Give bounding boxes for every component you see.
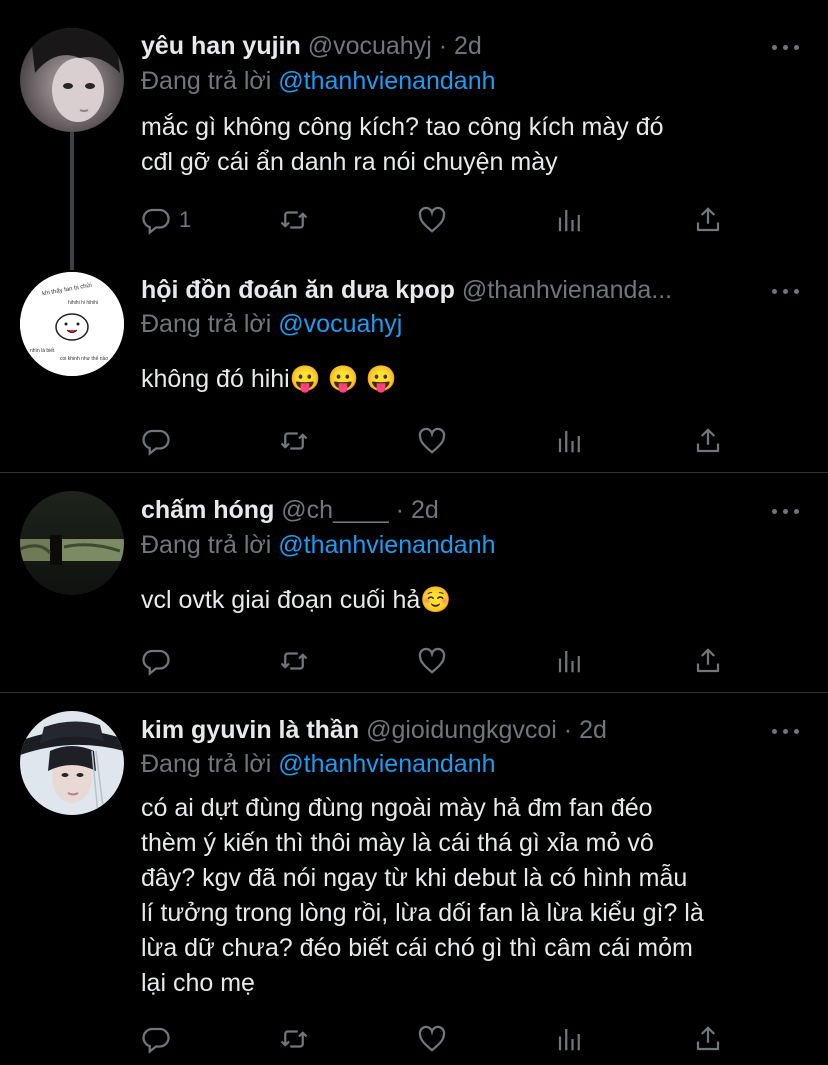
share-button[interactable] <box>693 203 723 237</box>
like-button[interactable] <box>417 1022 447 1056</box>
tweet-header: kim gyuvin là thần @gioidungkgvcoi · 2d <box>141 713 768 747</box>
tweet-item[interactable]: kim gyuvin là thần @gioidungkgvcoi · 2d … <box>0 693 828 1065</box>
svg-text:nhìn là biết: nhìn là biết <box>30 348 55 354</box>
share-icon <box>696 207 720 232</box>
like-icon <box>418 206 446 233</box>
reply-button[interactable]: 1 <box>141 203 191 237</box>
user-handle[interactable]: @thanhvienanda... <box>462 276 672 304</box>
action-bar <box>141 644 741 678</box>
timestamp[interactable]: 2d <box>454 32 482 60</box>
separator-dot: · <box>395 496 411 524</box>
display-name[interactable]: hội đồn đoán ăn dưa kpop <box>141 276 455 304</box>
retweet-button[interactable] <box>279 203 309 237</box>
retweet-icon <box>280 1030 308 1048</box>
share-icon <box>696 648 720 673</box>
reply-button[interactable] <box>141 1022 171 1056</box>
replying-to-label: Đang trả lời <box>141 531 272 559</box>
like-button[interactable] <box>417 644 447 678</box>
analytics-button[interactable] <box>555 644 585 678</box>
replying-to: Đang trả lời @thanhvienandanh <box>141 747 496 781</box>
retweet-button[interactable] <box>279 424 309 458</box>
avatar[interactable] <box>20 491 124 595</box>
share-icon <box>696 1026 720 1051</box>
avatar[interactable]: khi thấy fan bị chửi hihihi hi hihihi nh… <box>20 272 124 376</box>
reply-mention-link[interactable]: @vocuahyj <box>278 310 402 338</box>
user-handle[interactable]: @ch____ <box>281 496 388 524</box>
retweet-button[interactable] <box>279 1022 309 1056</box>
retweet-icon <box>280 211 308 229</box>
retweet-icon <box>280 652 308 670</box>
tweet-item[interactable]: khi thấy fan bị chửi hihihi hi hihihi nh… <box>0 250 828 472</box>
separator-dot: · <box>563 716 580 744</box>
analytics-icon <box>558 210 580 232</box>
replying-to-label: Đang trả lời <box>141 750 272 778</box>
replying-to-label: Đang trả lời <box>141 310 272 338</box>
display-name[interactable]: yêu han yujin <box>141 32 301 60</box>
user-handle[interactable]: @vocuahyj <box>308 32 432 60</box>
display-name[interactable]: kim gyuvin là thần <box>141 716 359 744</box>
reply-icon <box>142 429 170 456</box>
reply-mention-link[interactable]: @thanhvienandanh <box>278 531 495 559</box>
like-icon <box>418 1025 446 1052</box>
more-icon[interactable] <box>772 281 800 301</box>
replying-to-label: Đang trả lời <box>141 67 272 95</box>
avatar[interactable] <box>20 711 124 815</box>
like-icon <box>418 427 446 454</box>
tweet-text: mắc gì không công kích? tao công kích mà… <box>141 113 664 176</box>
avatar[interactable] <box>20 28 124 132</box>
display-name[interactable]: chấm hóng <box>141 496 274 524</box>
reply-icon <box>142 649 170 676</box>
share-icon <box>696 428 720 453</box>
like-button[interactable] <box>417 424 447 458</box>
analytics-icon <box>558 431 580 453</box>
tweet-header: yêu han yujin @vocuahyj · 2d <box>141 29 768 63</box>
like-button[interactable] <box>417 203 447 237</box>
tweet-header: hội đồn đoán ăn dưa kpop @thanhvienanda.… <box>141 273 748 307</box>
analytics-button[interactable] <box>555 1022 585 1056</box>
reply-mention-link[interactable]: @thanhvienandanh <box>278 67 495 95</box>
reply-button[interactable] <box>141 644 171 678</box>
analytics-button[interactable] <box>555 424 585 458</box>
separator-dot: · <box>438 32 455 60</box>
action-bar <box>141 424 741 458</box>
reply-icon <box>142 1027 170 1054</box>
action-bar <box>141 1022 741 1056</box>
more-icon[interactable] <box>772 501 800 521</box>
tweet-text: có ai dựt đùng đùng ngoài mày hả đm fan … <box>141 794 704 997</box>
analytics-button[interactable] <box>555 203 585 237</box>
reply-button[interactable] <box>141 424 171 458</box>
svg-text:coi khinh như thế nào: coi khinh như thế nào <box>60 356 108 362</box>
retweet-button[interactable] <box>279 644 309 678</box>
tweet-item[interactable]: yêu han yujin @vocuahyj · 2d Đang trả lờ… <box>0 0 828 250</box>
more-icon[interactable] <box>772 721 800 741</box>
svg-text:hihihi hi hihihi: hihihi hi hihihi <box>68 300 98 306</box>
reply-count: 1 <box>179 207 192 232</box>
share-button[interactable] <box>693 424 723 458</box>
timestamp[interactable]: 2d <box>579 716 607 744</box>
user-handle[interactable]: @gioidungkgvcoi <box>366 716 557 744</box>
tweet-text: không đó hihi😛 😛 😛 <box>141 365 398 393</box>
replying-to: Đang trả lời @thanhvienandanh <box>141 528 496 562</box>
more-icon[interactable] <box>772 37 800 57</box>
replying-to: Đang trả lời @vocuahyj <box>141 307 402 341</box>
reply-mention-link[interactable]: @thanhvienandanh <box>278 750 495 778</box>
replying-to: Đang trả lời @thanhvienandanh <box>141 64 496 98</box>
tweet-item[interactable]: chấm hóng @ch____ · 2d Đang trả lời @tha… <box>0 473 828 693</box>
share-button[interactable] <box>693 1022 723 1056</box>
reply-icon <box>142 208 170 235</box>
tweet-text: vcl ovtk giai đoạn cuối hả☺️ <box>141 586 452 614</box>
like-icon <box>418 647 446 674</box>
analytics-icon <box>558 651 580 673</box>
action-bar: 1 <box>141 203 741 237</box>
tweet-header: chấm hóng @ch____ · 2d <box>141 493 768 527</box>
share-button[interactable] <box>693 644 723 678</box>
analytics-icon <box>558 1029 580 1051</box>
timestamp[interactable]: 2d <box>411 496 439 524</box>
retweet-icon <box>280 432 308 450</box>
